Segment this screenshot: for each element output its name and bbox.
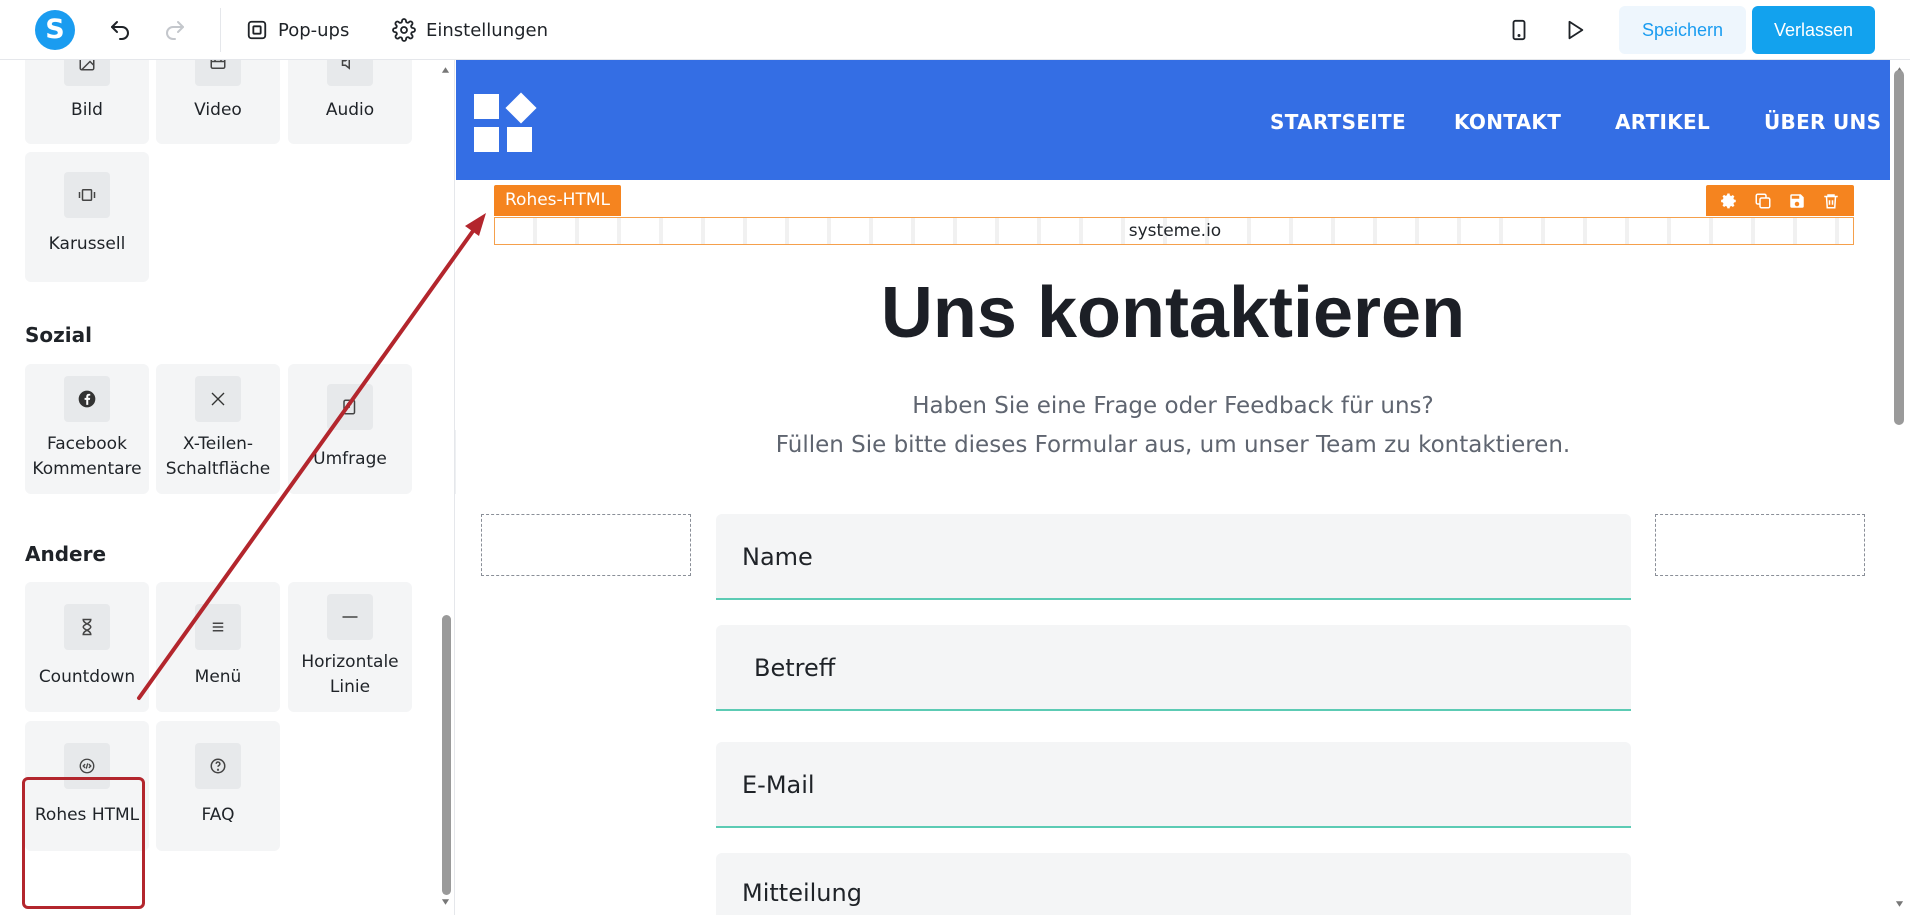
raw-html-element-label[interactable]: Rohes-HTML <box>494 185 621 216</box>
rohes-html-highlight <box>22 777 145 909</box>
redo-icon[interactable] <box>161 16 189 44</box>
raw-html-element[interactable]: systeme.io <box>494 217 1854 245</box>
save-icon[interactable] <box>1788 192 1806 210</box>
image-icon <box>64 60 110 86</box>
field-placeholder: Name <box>742 543 813 571</box>
tile-label: Horizontale <box>301 652 399 672</box>
survey-icon <box>327 384 373 430</box>
tile-label: Karussell <box>48 234 126 254</box>
horizontal-line-icon <box>327 594 373 640</box>
field-placeholder: E-Mail <box>742 771 815 799</box>
tile-label: Menü <box>194 667 242 687</box>
element-tile-facebook-kommentare[interactable]: Facebook Kommentare <box>25 364 149 494</box>
element-tile-video[interactable]: Video <box>156 60 280 144</box>
question-icon <box>195 743 241 789</box>
tile-label: Kommentare <box>32 459 142 479</box>
name-field[interactable]: Name <box>716 514 1631 600</box>
empty-column-right[interactable] <box>1655 514 1865 576</box>
tile-label: Facebook <box>47 434 127 454</box>
page-subtitle: Haben Sie eine Frage oder Feedback für u… <box>456 387 1890 465</box>
duplicate-icon[interactable] <box>1754 192 1772 210</box>
element-tile-countdown[interactable]: Countdown <box>25 582 149 712</box>
nav-kontakt[interactable]: KONTAKT <box>1454 110 1561 134</box>
element-tile-faq[interactable]: FAQ <box>156 721 280 851</box>
page-title: Uns kontaktieren <box>880 273 1466 353</box>
popups-button[interactable]: Pop-ups <box>246 16 349 44</box>
carousel-icon <box>64 172 110 218</box>
popups-label: Pop-ups <box>278 19 350 41</box>
nav-ueber-uns[interactable]: ÜBER UNS <box>1764 110 1881 134</box>
undo-icon[interactable] <box>106 16 134 44</box>
gear-icon <box>392 18 416 42</box>
play-preview-icon[interactable] <box>1561 16 1589 44</box>
message-field[interactable]: Mitteilung <box>716 853 1631 915</box>
raw-html-content: systeme.io <box>1128 221 1222 241</box>
page-canvas: STARTSEITE KONTAKT ARTIKEL ÜBER UNS Rohe… <box>456 60 1890 915</box>
save-button[interactable]: Speichern <box>1619 6 1746 54</box>
subtitle-line: Haben Sie eine Frage oder Feedback für u… <box>912 393 1434 419</box>
editor-toolbar: S Pop-ups Einstellungen Speichern Verlas… <box>0 0 1910 60</box>
hourglass-icon <box>64 604 110 650</box>
site-logo-icon <box>474 92 537 152</box>
scroll-down-icon[interactable] <box>441 898 450 906</box>
x-icon <box>195 376 241 422</box>
tile-label: Countdown <box>38 667 136 687</box>
menu-icon <box>195 604 241 650</box>
element-tile-umfrage[interactable]: Umfrage <box>288 364 412 494</box>
email-field[interactable]: E-Mail <box>716 742 1631 828</box>
site-header: STARTSEITE KONTAKT ARTIKEL ÜBER UNS <box>456 60 1890 180</box>
tile-label: Linie <box>329 677 371 697</box>
section-title-andere: Andere <box>25 542 107 566</box>
field-placeholder: Betreff <box>754 654 836 682</box>
empty-column-left[interactable] <box>481 514 691 576</box>
video-icon <box>195 60 241 86</box>
popup-icon <box>247 20 267 40</box>
tile-label: Video <box>194 100 242 120</box>
app-logo[interactable]: S <box>35 10 75 50</box>
section-title-sozial: Sozial <box>25 323 92 347</box>
subject-field[interactable]: Betreff <box>716 625 1631 711</box>
trash-icon[interactable] <box>1822 192 1840 210</box>
settings-button[interactable]: Einstellungen <box>392 16 548 44</box>
element-tile-bild[interactable]: Bild <box>25 60 149 144</box>
canvas-scroll-thumb[interactable] <box>1894 70 1904 425</box>
scroll-down-icon[interactable] <box>1895 900 1904 908</box>
elements-sidebar: Bild Video Audio Karussell Sozial Facebo… <box>0 60 455 915</box>
sidebar-scroll-thumb[interactable] <box>442 615 451 895</box>
mobile-preview-icon[interactable] <box>1505 16 1533 44</box>
leave-button[interactable]: Verlassen <box>1752 6 1875 54</box>
gear-icon[interactable] <box>1720 192 1738 210</box>
settings-label: Einstellungen <box>426 19 549 41</box>
element-tile-x-teilen[interactable]: X-Teilen- Schaltfläche <box>156 364 280 494</box>
tile-label: Audio <box>325 100 375 120</box>
subtitle-line: Füllen Sie bitte dieses Formular aus, um… <box>775 432 1571 458</box>
element-tile-audio[interactable]: Audio <box>288 60 412 144</box>
tile-label: Bild <box>71 100 103 120</box>
nav-startseite[interactable]: STARTSEITE <box>1270 110 1406 134</box>
facebook-icon <box>64 376 110 422</box>
scroll-up-icon[interactable] <box>441 66 450 74</box>
element-tile-karussell[interactable]: Karussell <box>25 152 149 282</box>
toolbar-divider <box>220 8 221 52</box>
audio-icon <box>327 60 373 86</box>
tile-label: Schaltfläche <box>165 459 271 479</box>
field-placeholder: Mitteilung <box>742 879 862 907</box>
element-tile-horizontale-linie[interactable]: Horizontale Linie <box>288 582 412 712</box>
tile-label: Umfrage <box>313 449 387 469</box>
element-tile-menue[interactable]: Menü <box>156 582 280 712</box>
tile-label: X-Teilen- <box>182 434 254 454</box>
nav-artikel[interactable]: ARTIKEL <box>1615 110 1710 134</box>
raw-html-element-tools <box>1706 185 1854 216</box>
tile-label: FAQ <box>201 805 235 825</box>
